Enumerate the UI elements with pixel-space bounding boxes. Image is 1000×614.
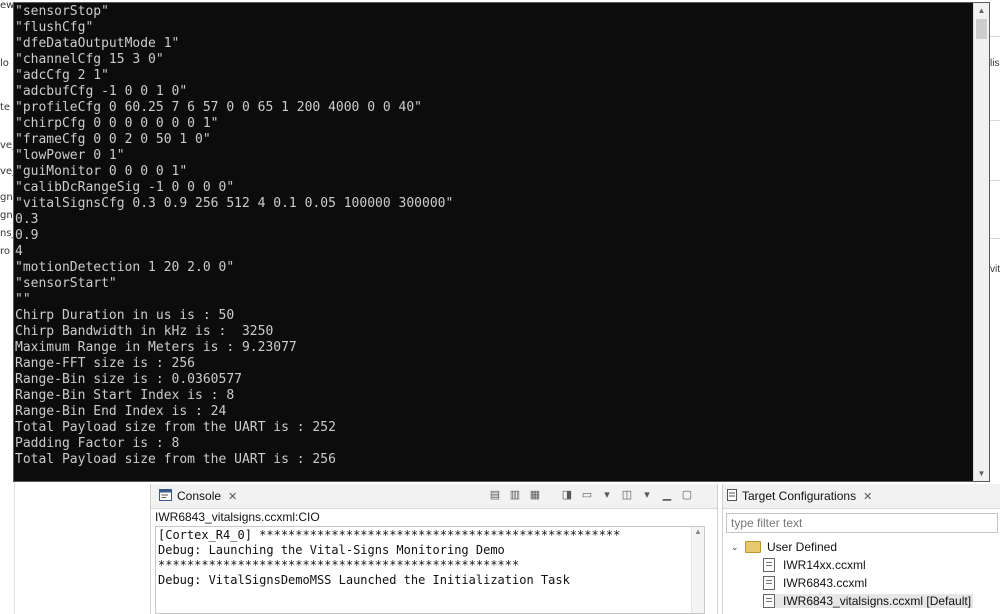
folder-icon [745,541,761,553]
console-output-area[interactable]: [Cortex_R4_0] **************************… [155,526,705,614]
terminal-output: "sensorStop" "flushCfg" "dfeDataOutputMode… [15,4,973,480]
terminal-line: Maximum Range in Meters is : 9.23077 [15,340,297,355]
scroll-down-icon[interactable]: ▼ [974,466,989,481]
terminal-line: "dfeDataOutputMode 1" [15,36,180,51]
terminal-window[interactable]: "sensorStop" "flushCfg" "dfeDataOutputMode… [13,2,990,482]
terminal-line: 0.9 [15,228,39,243]
chevron-down-icon[interactable]: ⌄ [731,542,741,553]
bg-fragment: vit [990,264,1000,275]
bg-fragment: lis [990,58,1000,69]
console-line: ****************************************… [158,558,520,572]
bg-fragment: lo [0,58,9,69]
file-icon [763,576,775,590]
terminal-line: "sensorStart" [15,276,117,291]
bg-fragment: ew [0,0,14,11]
terminal-line: 4 [15,244,23,259]
divider [990,180,1000,181]
console-pane: Console ✕ ▤ ▥ ▦ ◨ ▭ ▾ ◫ ▾ ▁ ▢ IWR6843_vi… [150,484,718,614]
console-line: Debug: VitalSignsDemoMSS Launched the In… [158,573,570,587]
bg-fragment: ro [0,246,11,257]
tab-target-configurations[interactable]: Target Configurations ✕ [727,484,872,508]
divider [990,238,1000,239]
tab-console-label: Console [177,489,222,503]
terminal-line: "lowPower 0 1" [15,148,125,163]
scroll-up-icon[interactable]: ▲ [974,3,989,18]
terminal-line: "guiMonitor 0 0 0 0 1" [15,164,188,179]
terminal-line: "adcCfg 2 1" [15,68,109,83]
separator [547,487,555,503]
console-line: [Cortex_R4_0] **************************… [158,528,621,542]
pin-console-icon[interactable]: ◨ [559,487,575,503]
terminal-line: Chirp Duration in us is : 50 [15,308,235,323]
chevron-down-icon[interactable]: ▾ [639,487,655,503]
bg-fragment: gns [0,192,14,203]
terminal-line: "channelCfg 15 3 0" [15,52,164,67]
bg-fragment: ns_ [0,228,14,239]
terminal-line: "chirpCfg 0 0 0 0 0 0 0 1" [15,116,219,131]
target-config-icon [727,488,737,504]
new-console-icon[interactable]: ◫ [619,487,635,503]
console-title: IWR6843_vitalsigns.ccxml:CIO [155,510,320,524]
terminal-line: Range-FFT size is : 256 [15,356,196,371]
close-icon[interactable]: ✕ [228,490,237,503]
terminal-line: "flushCfg" [15,20,94,35]
console-toolbar: ▤ ▥ ▦ ◨ ▭ ▾ ◫ ▾ ▁ ▢ [487,487,695,503]
tab-console[interactable]: Console ✕ [159,484,237,508]
display-console-icon[interactable]: ▭ [579,487,595,503]
terminal-line: Range-Bin End Index is : 24 [15,404,227,419]
file-icon [763,558,775,572]
console-icon [159,488,172,504]
tree-item-file-selected[interactable]: IWR6843_vitalsigns.ccxml [Default] [763,594,974,608]
tree-item-label: IWR6843_vitalsigns.ccxml [Default] [783,594,972,608]
console-output: [Cortex_R4_0] **************************… [158,528,620,588]
terminal-scrollbar[interactable]: ▲ ▼ [973,3,989,481]
bg-fragment: ve_ [0,166,14,177]
terminal-line: "calibDcRangeSig -1 0 0 0 0" [15,180,235,195]
bg-fragment: gns [0,210,14,221]
terminal-line: "sensorStop" [15,4,109,19]
tree-item-label: IWR6843.ccxml [783,576,868,590]
tree-folder-user-defined[interactable]: ⌄ User Defined [731,540,837,554]
console-line: Debug: Launching the Vital-Signs Monitor… [158,543,505,557]
terminal-line: Total Payload size from the UART is : 25… [15,452,336,467]
tree-item-file[interactable]: IWR14xx.ccxml [763,558,866,572]
file-icon [763,594,775,608]
terminal-line: "adcbufCfg -1 0 0 1 0" [15,84,188,99]
divider [990,120,1000,121]
scroll-lock-icon[interactable]: ▥ [507,487,523,503]
scroll-thumb[interactable] [976,19,987,39]
filter-input[interactable]: type filter text [726,513,998,533]
bg-fragment: te [0,102,11,113]
terminal-line: 0.3 [15,212,39,227]
console-header: Console ✕ ▤ ▥ ▦ ◨ ▭ ▾ ◫ ▾ ▁ ▢ [151,484,717,509]
minimize-icon[interactable]: ▁ [659,487,675,503]
console-scrollbar[interactable]: ▲ [691,527,704,613]
clear-console-icon[interactable]: ▤ [487,487,503,503]
terminal-line: "motionDetection 1 20 2.0 0" [15,260,235,275]
tree-item-label: IWR14xx.ccxml [783,558,866,572]
tree-folder-label: User Defined [767,540,838,554]
target-header: Target Configurations ✕ [723,484,1000,509]
terminal-line: Range-Bin size is : 0.0360577 [15,372,242,387]
terminal-line: Chirp Bandwidth in kHz is : 3250 [15,324,274,339]
terminal-line: "vitalSignsCfg 0.3 0.9 256 512 4 0.1 0.0… [15,196,454,211]
terminal-line: Total Payload size from the UART is : 25… [15,420,336,435]
terminal-line: "frameCfg 0 0 2 0 50 1 0" [15,132,211,147]
tab-target-label: Target Configurations [742,489,857,503]
maximize-icon[interactable]: ▢ [679,487,695,503]
tree-item-file[interactable]: IWR6843.ccxml [763,576,867,590]
target-configurations-pane: Target Configurations ✕ type filter text… [722,484,1000,614]
close-icon[interactable]: ✕ [863,490,872,503]
divider [990,36,1000,37]
chevron-down-icon[interactable]: ▾ [599,487,615,503]
bg-fragment: ve_ [0,140,14,151]
terminal-line: Padding Factor is : 8 [15,436,180,451]
word-wrap-icon[interactable]: ▦ [527,487,543,503]
terminal-line: "" [15,292,31,307]
terminal-line: "profileCfg 0 60.25 7 6 57 0 0 65 1 200 … [15,100,422,115]
terminal-line: Range-Bin Start Index is : 8 [15,388,235,403]
background-right-panel: lis vit [990,0,1000,490]
